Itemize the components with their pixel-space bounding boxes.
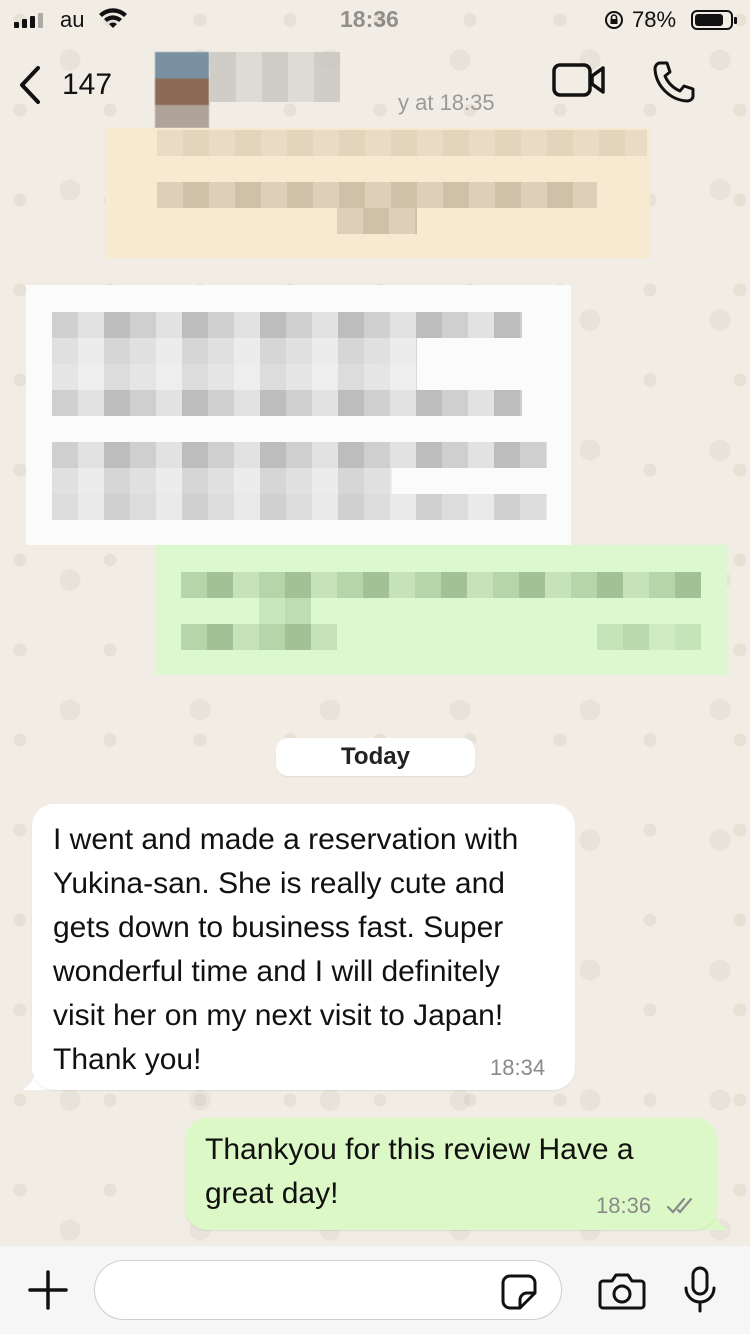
camera-icon[interactable] xyxy=(598,1272,646,1310)
wifi-icon xyxy=(99,8,127,28)
message-time: 18:34 xyxy=(490,1055,546,1080)
rotation-lock-icon xyxy=(605,11,623,29)
signal-bars-icon xyxy=(14,12,43,28)
message-input[interactable] xyxy=(94,1260,562,1320)
date-separator: Today xyxy=(276,738,475,776)
status-bar: au 18:36 78% xyxy=(0,0,750,40)
sticker-icon[interactable] xyxy=(500,1273,538,1311)
redacted-message xyxy=(105,128,650,258)
chevron-left-icon[interactable] xyxy=(16,64,44,106)
incoming-message[interactable]: I went and made a reservation with Yukin… xyxy=(32,804,575,1090)
microphone-icon[interactable] xyxy=(682,1266,718,1314)
status-time: 18:36 xyxy=(340,6,399,32)
message-text: Thankyou for this review Have a great da… xyxy=(205,1133,634,1210)
contact-name[interactable]: 147 xyxy=(62,68,112,102)
message-time: 18:36 xyxy=(596,1193,652,1218)
redacted-contact-info xyxy=(210,52,340,102)
redacted-message xyxy=(26,285,571,545)
plus-icon[interactable] xyxy=(28,1270,68,1310)
battery-percent: 78% xyxy=(632,7,677,32)
chat-header: 147 y at 18:35 xyxy=(0,40,750,130)
avatar[interactable] xyxy=(155,52,209,128)
carrier-name: au xyxy=(60,7,85,32)
battery-icon xyxy=(691,10,737,30)
phone-icon[interactable] xyxy=(652,60,696,104)
read-receipt-icon xyxy=(666,1197,693,1214)
video-camera-icon[interactable] xyxy=(552,62,606,98)
message-composer xyxy=(0,1246,750,1334)
message-text: I went and made a reservation with Yukin… xyxy=(53,823,519,1076)
last-seen-status: y at 18:35 xyxy=(398,90,495,115)
redacted-message xyxy=(155,545,727,675)
